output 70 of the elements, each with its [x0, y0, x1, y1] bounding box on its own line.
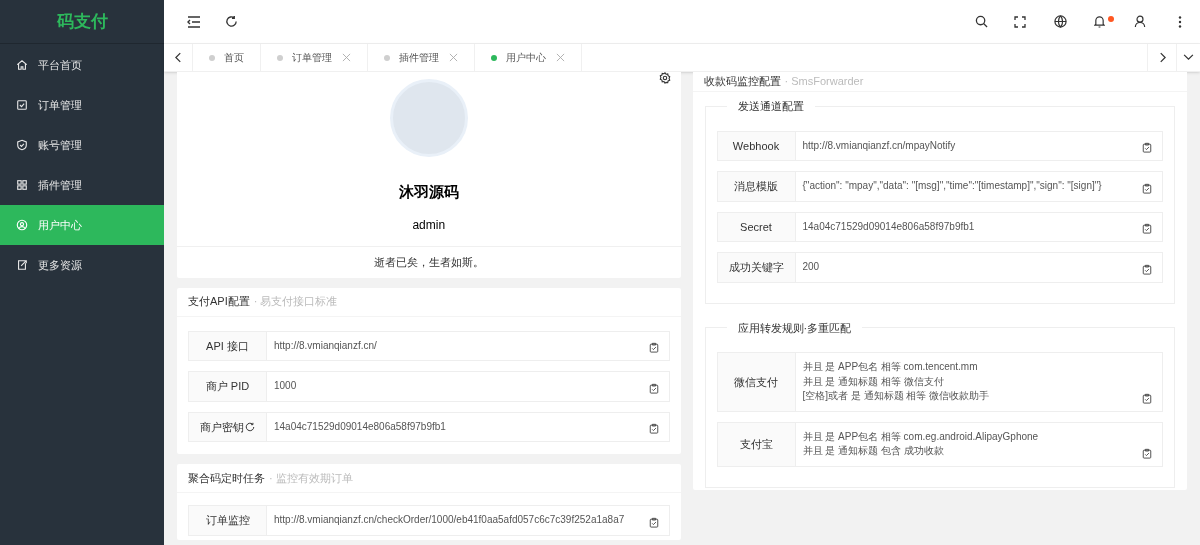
app-logo: 码支付 — [56, 10, 108, 33]
field-text: 200 — [802, 260, 820, 274]
user-circle-icon — [16, 219, 28, 231]
sidebar-item[interactable]: 平台首页 — [0, 45, 164, 85]
search-icon[interactable] — [975, 15, 988, 28]
field-label: 消息模版 — [734, 179, 778, 194]
shield-check-icon — [16, 139, 28, 151]
copy-icon[interactable] — [1142, 263, 1152, 275]
field-text: 并且 是 APP包名 相等 com.tencent.mm — [802, 360, 979, 374]
card-subtitle: · 易支付接口标准 — [253, 294, 338, 310]
field-label: 商户密钥 — [200, 419, 244, 435]
field-label: 微信支付 — [734, 374, 778, 390]
field-label: 商户 PID — [205, 379, 250, 394]
field-label: 订单监控 — [205, 513, 250, 528]
field-text: http://8.vmianqianzf.cn/ — [274, 338, 377, 353]
document-arrow-icon — [16, 259, 28, 271]
copy-icon[interactable] — [648, 342, 659, 353]
field-text: 14a04c71529d09014e806a58f97b9fb1 — [802, 219, 975, 234]
menu-fold-icon[interactable] — [187, 14, 201, 29]
notification-bell-icon[interactable] — [1094, 15, 1114, 28]
copy-icon[interactable] — [648, 423, 659, 434]
card-subtitle: · 监控有效期订单 — [269, 470, 353, 486]
field-text: 1000 — [274, 379, 297, 393]
card-title: 收款码监控配置 — [703, 74, 781, 90]
card-subtitle: · SmsForwarder — [784, 74, 864, 90]
checkbox-document-icon — [16, 99, 28, 111]
user-icon[interactable] — [1134, 15, 1146, 28]
copy-icon[interactable] — [648, 516, 659, 528]
tab[interactable]: 用户中心 — [491, 50, 546, 65]
field-text: http://8.vmianqianzf.cn/checkOrder/1000/eb41f0aa5afd057c6c7c39f252a1a8a7 — [274, 513, 625, 527]
profile-name: 沐羽源码 — [398, 182, 459, 202]
field-text: http://8.vmianqianzf.cn/mpayNotify — [802, 138, 956, 153]
fullscreen-icon[interactable] — [1014, 15, 1026, 28]
grid-icon — [16, 179, 28, 191]
profile-motto: 逝者已矣，生者如斯。 — [373, 254, 484, 270]
refresh-icon[interactable] — [225, 15, 238, 28]
copy-icon[interactable] — [1142, 223, 1152, 234]
copy-icon[interactable] — [1142, 182, 1152, 194]
copy-icon[interactable] — [648, 382, 659, 394]
tab[interactable]: 首页 — [209, 50, 244, 65]
field-label: Secret — [740, 219, 772, 235]
profile-username: admin — [412, 216, 446, 234]
home-icon — [16, 59, 28, 71]
field-text: [空格]或者 是 通知标题 相等 微信收款助手 — [802, 389, 990, 403]
settings-icon[interactable] — [658, 72, 671, 84]
sidebar-item[interactable]: 账号管理 — [0, 125, 164, 165]
sidebar-item[interactable]: 订单管理 — [0, 85, 164, 125]
copy-icon[interactable] — [1142, 447, 1152, 459]
copy-icon[interactable] — [1142, 392, 1152, 404]
field-text: 并且 是 通知标题 相等 微信支付 — [802, 374, 945, 389]
group-legend: 发送通道配置 — [726, 98, 815, 115]
field-text: {"action": "mpay","data": "[msg]","time":"[timestamp]","sign": "[sign]"} — [802, 179, 1102, 193]
card-title: 支付API配置 — [188, 294, 250, 310]
more-vertical-icon[interactable] — [1178, 15, 1182, 28]
field-text: 14a04c71529d09014e806a58f97b9fb1 — [274, 419, 446, 434]
field-label: Webhook — [732, 138, 780, 154]
tab[interactable]: 订单管理 — [277, 50, 332, 65]
copy-icon[interactable] — [1142, 142, 1152, 153]
field-label: API 接口 — [206, 338, 249, 354]
card-title: 聚合码定时任务 — [188, 470, 265, 486]
refresh-icon[interactable] — [245, 421, 255, 432]
field-label: 支付宝 — [739, 436, 773, 452]
group-legend: 应用转发规则·多重匹配 — [726, 319, 863, 336]
sidebar-item[interactable]: 更多资源 — [0, 245, 164, 285]
field-text: 并且 是 APP包名 相等 com.eg.android.AlipayGphone — [802, 429, 1039, 444]
tab[interactable]: 插件管理 — [384, 50, 439, 65]
field-label: 成功关键字 — [728, 260, 784, 275]
globe-icon[interactable] — [1054, 15, 1067, 28]
field-text: 并且 是 通知标题 包含 成功收款 — [802, 444, 945, 458]
sidebar-item[interactable]: 插件管理 — [0, 165, 164, 205]
